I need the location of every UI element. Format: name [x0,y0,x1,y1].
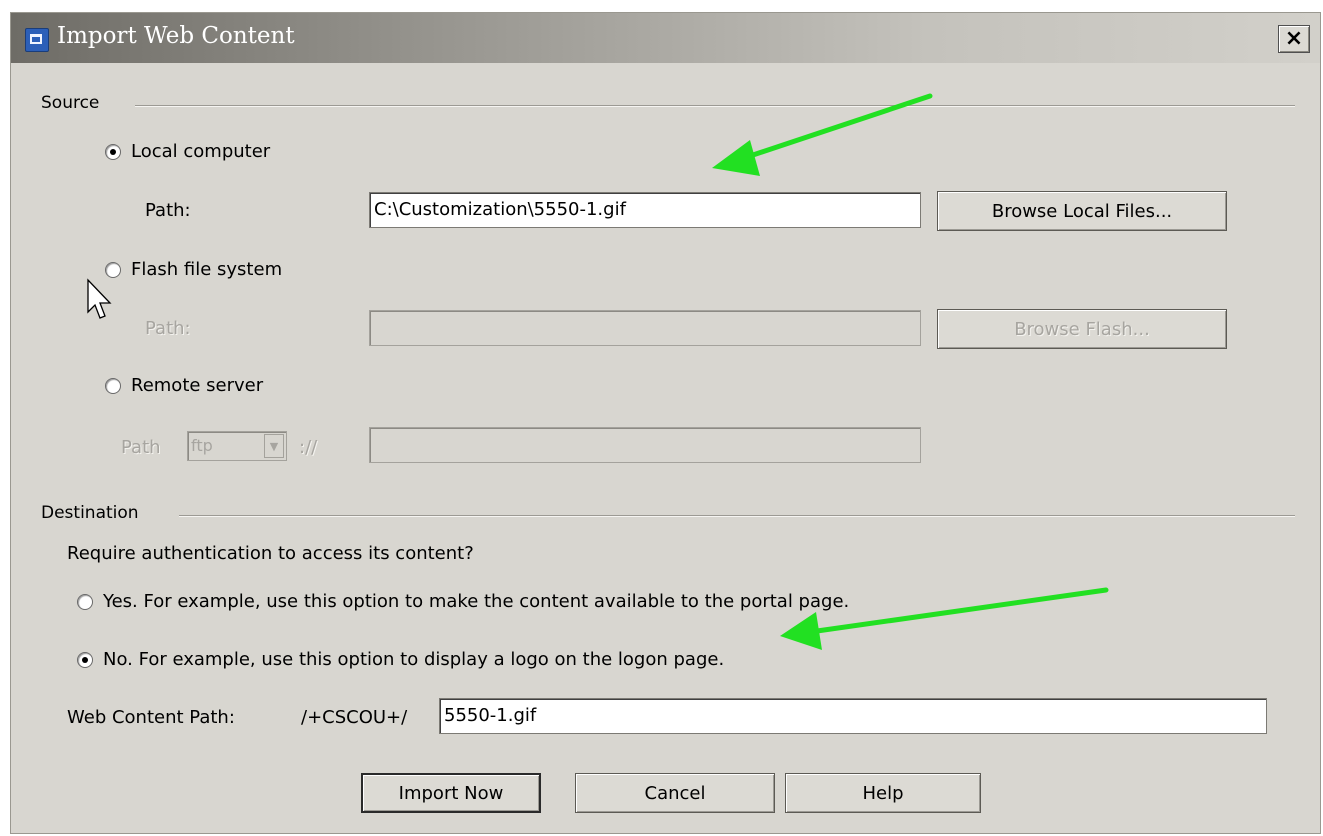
browse-local-files-button[interactable]: Browse Local Files... [937,191,1227,231]
auth-no-label: No. For example, use this option to disp… [103,649,725,670]
auth-no-radio[interactable] [77,651,93,668]
web-content-path-label: Web Content Path: [67,707,235,728]
flash-file-system-radio[interactable] [105,261,121,278]
web-content-path-input[interactable]: 5550-1.gif [439,698,1267,734]
title-bar[interactable]: Import Web Content × [11,13,1320,63]
local-path-label: Path: [145,200,191,221]
destination-group-divider [179,515,1295,517]
auth-no-option[interactable]: No. For example, use this option to disp… [77,649,724,670]
remote-server-option[interactable]: Remote server [105,375,263,396]
flash-path-input[interactable] [369,310,921,346]
auth-yes-radio[interactable] [77,593,93,610]
local-computer-option[interactable]: Local computer [105,141,270,162]
local-computer-label: Local computer [131,141,271,162]
auth-yes-label: Yes. For example, use this option to mak… [103,591,850,612]
flash-path-label: Path: [145,318,191,339]
window-title: Import Web Content [57,23,295,49]
remote-path-label: Path [121,437,161,458]
source-group-divider [135,105,1295,107]
flash-file-system-option[interactable]: Flash file system [105,259,282,280]
import-now-button[interactable]: Import Now [361,773,541,813]
flash-file-system-label: Flash file system [131,259,283,280]
close-button[interactable]: × [1278,25,1310,53]
protocol-select-value: ftp [191,436,213,455]
cancel-button[interactable]: Cancel [575,773,775,813]
browse-flash-button[interactable]: Browse Flash... [937,309,1227,349]
remote-url-input[interactable] [369,427,921,463]
import-web-content-dialog: Import Web Content × Source Local comput… [10,12,1321,834]
auth-yes-option[interactable]: Yes. For example, use this option to mak… [77,591,849,612]
help-button[interactable]: Help [785,773,981,813]
auth-question: Require authentication to access its con… [67,543,474,564]
remote-server-radio[interactable] [105,377,121,394]
app-icon [25,28,49,52]
chevron-down-icon[interactable]: ▼ [264,434,284,458]
protocol-select[interactable]: ftp ▼ [187,431,287,461]
web-content-path-prefix: /+CSCOU+/ [301,707,408,728]
local-path-input[interactable]: C:\Customization\5550-1.gif [369,192,921,228]
destination-group-label: Destination [41,503,139,523]
source-group-label: Source [41,93,100,113]
local-computer-radio[interactable] [105,143,121,160]
protocol-separator: :// [299,437,318,458]
remote-server-label: Remote server [131,375,264,396]
